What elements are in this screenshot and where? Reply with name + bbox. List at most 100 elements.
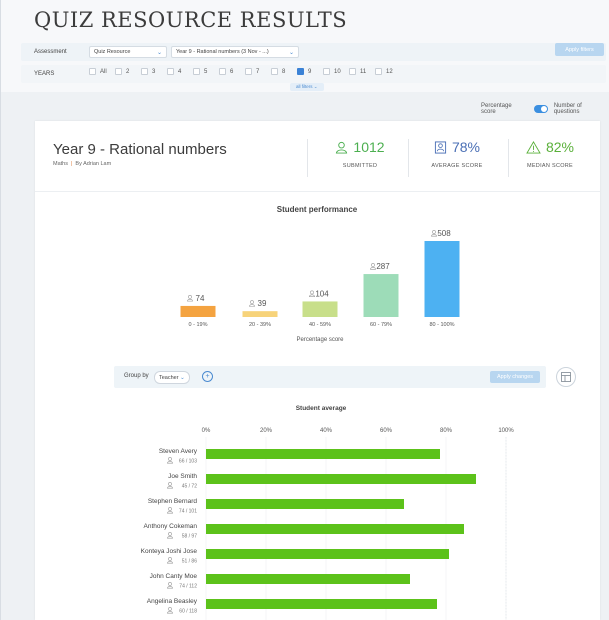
user-icon [167,482,173,489]
checkbox-icon [271,68,278,75]
group-by-select[interactable]: Teacher ⌄ [154,371,190,384]
row-count: 66 / 103 [179,459,197,465]
checkbox-icon [219,68,226,75]
year-checkbox-2[interactable]: 2 [115,68,141,75]
average-score-stat: 78% AVERAGE SCORE [412,139,502,169]
average-value: 78% [451,139,481,155]
row-count: 60 / 118 [179,609,197,615]
score-toggle-switch[interactable] [533,105,548,113]
years-checkboxes: All 2 3 4 5 6 7 8 9 10 11 12 [89,68,401,75]
tick-label: 20 - 39% [249,322,271,328]
chevron-down-icon: ⌄ [288,49,294,56]
table-view-icon[interactable] [556,367,576,387]
chart-title: Student performance [277,205,358,214]
median-value-row: 82% [505,139,595,155]
user-icon [370,263,376,270]
year-label: 5 [204,68,208,75]
add-group-icon[interactable]: + [202,371,213,382]
tick-label: 20% [260,428,273,434]
average-label: AVERAGE SCORE [431,163,483,169]
tick-label: 40% [320,428,333,434]
apply-filters-button[interactable]: Apply filters [555,43,604,56]
data-label: 74 [196,294,205,303]
user-icon [167,507,173,514]
year-checkbox-12[interactable]: 12 [375,68,401,75]
median-value: 82% [545,139,575,155]
year-checkbox-6[interactable]: 6 [219,68,245,75]
year-checkbox-11[interactable]: 11 [349,68,375,75]
user-icon [431,230,437,237]
bar [424,241,460,317]
bar [206,474,476,484]
row-name: Stephen Bernard [148,498,198,505]
tick-label: 80% [440,428,453,434]
author-label: By Adrian Lam [75,161,112,167]
row-name: John Canty Moe [150,573,198,580]
quiz-select-value: Year 9 - Rational numbers (3 Nov - ...) [176,49,269,55]
toggle-left-label: Percentage score [481,103,512,115]
user-icon [167,557,173,564]
year-label: All [100,68,107,75]
quiz-title: Year 9 - Rational numbers [53,141,227,158]
row-name: Angelina Beasley [147,598,198,605]
checkbox-icon [245,68,252,75]
assessment-filter-row: Assessment Quiz Resource ⌄ Year 9 - Rati… [21,43,606,61]
row-count: 58 / 97 [182,534,198,540]
year-checkbox-9[interactable]: 9 [297,68,323,75]
subject-label: Maths [53,161,68,167]
student-performance-chart: Student performance 74 0 - 19% 39 20 - 39% 10… [180,205,460,343]
year-label: 3 [152,68,156,75]
table-icon [561,372,571,382]
assessment-label: Assessment [34,49,67,55]
years-label: YEARS [34,71,55,77]
year-checkbox-5[interactable]: 5 [193,68,219,75]
year-label: 8 [282,68,286,75]
checkbox-icon [349,68,356,75]
bar [206,524,464,534]
checkbox-icon [375,68,382,75]
bar [206,574,410,584]
year-checkbox-7[interactable]: 7 [245,68,271,75]
year-checkbox-8[interactable]: 8 [271,68,297,75]
data-label: 104 [315,289,329,298]
year-checkbox-4[interactable]: 4 [167,68,193,75]
year-label: 10 [334,68,341,75]
user-icon [167,457,173,464]
row-count: 74 / 112 [179,584,197,590]
user-icon [167,582,173,589]
chart-title: Student average [296,405,347,412]
all-filters-button[interactable]: all filters ⌄ [290,83,324,91]
checkbox-icon [141,68,148,75]
data-label: 39 [258,299,267,308]
bar [302,301,338,317]
resource-select[interactable]: Quiz Resource ⌄ [89,46,167,58]
year-checkbox-3[interactable]: 3 [141,68,167,75]
apply-changes-button[interactable]: Apply changes [490,371,540,383]
year-checkbox-10[interactable]: 10 [323,68,349,75]
checkbox-icon [323,68,330,75]
data-label: 508 [437,229,451,238]
bar [206,549,449,559]
average-value-row: 78% [412,139,502,155]
tick-label: 80 - 100% [429,322,454,328]
user-icon [309,290,315,297]
score-icon [434,140,447,154]
submitted-label: SUBMITTED [342,163,378,169]
app-frame: QUIZ RESOURCE RESULTS Assessment Quiz Re… [0,0,609,620]
year-label: 6 [230,68,234,75]
x-axis-label: Percentage score [296,337,344,343]
quiz-select[interactable]: Year 9 - Rational numbers (3 Nov - ...) … [171,46,299,58]
year-checkbox-all[interactable]: All [89,68,115,75]
chevron-down-icon: ⌄ [180,374,185,381]
user-icon [336,141,348,154]
tick-label: 60% [380,428,393,434]
user-icon [167,532,173,539]
year-label: 11 [360,68,367,75]
all-filters-label: all filters [296,84,313,89]
median-label: MEDIAN SCORE [526,163,574,169]
row-count: 45 / 72 [182,484,198,490]
user-icon [187,295,193,302]
group-by-value: Teacher [159,374,179,381]
chevron-down-icon: ⌄ [156,49,162,56]
row-name: Steven Avery [159,448,198,455]
